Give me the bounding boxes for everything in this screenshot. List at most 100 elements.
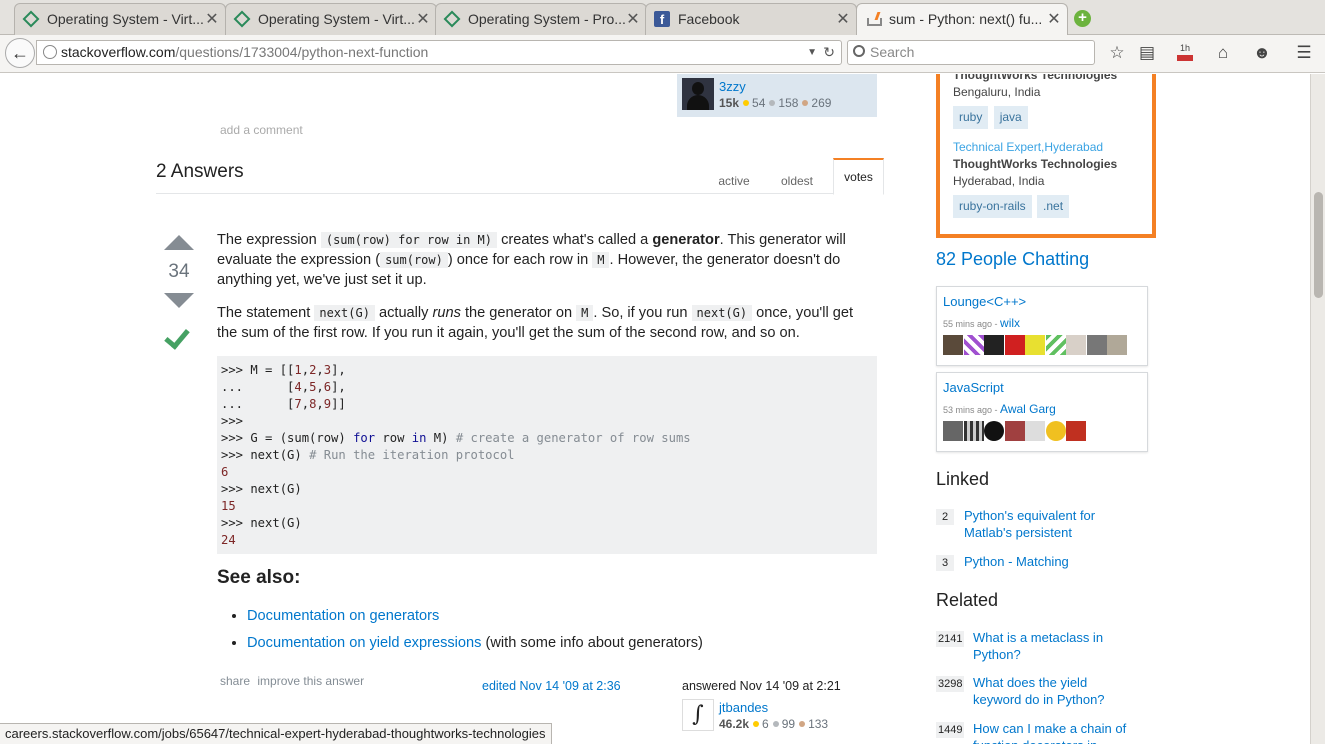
tab-active[interactable]: active: [709, 169, 759, 194]
chat-room-card[interactable]: JavaScript 53 mins ago - Awal Garg: [936, 372, 1148, 452]
answers-count: 2 Answers: [156, 161, 244, 182]
browser-tab-1[interactable]: Operating System - Virt... ✕: [14, 3, 226, 35]
close-icon[interactable]: ✕: [836, 9, 850, 29]
avatar[interactable]: [984, 421, 1004, 441]
reading-list-icon[interactable]: ▤: [1137, 43, 1157, 63]
chat-title-link[interactable]: 82 People Chatting: [936, 249, 1089, 270]
url-text: stackoverflow.com/questions/1733004/pyth…: [61, 44, 429, 60]
linked-heading: Linked: [936, 469, 990, 489]
avatar[interactable]: [963, 421, 984, 441]
chat-room-card[interactable]: Lounge<C++> 55 mins ago - wilx: [936, 286, 1148, 366]
tag-dotnet[interactable]: .net: [1037, 195, 1070, 218]
code-line: 15: [221, 499, 236, 513]
url-bar[interactable]: stackoverflow.com/questions/1733004/pyth…: [36, 40, 842, 65]
avatar[interactable]: ∫: [682, 699, 714, 731]
scrollbar[interactable]: [1310, 74, 1325, 744]
close-icon[interactable]: ✕: [626, 9, 640, 29]
related-question-link[interactable]: What does the yield keyword do in Python…: [973, 674, 1133, 708]
navigation-bar: ← stackoverflow.com/questions/1733004/py…: [0, 35, 1325, 73]
improve-answer-link[interactable]: improve this answer: [257, 674, 364, 688]
question-owner-card: 3zzy 15k 54 158 269: [677, 74, 877, 117]
avatar[interactable]: [943, 421, 963, 441]
close-icon[interactable]: ✕: [205, 9, 219, 29]
diamond-icon: [233, 10, 251, 28]
avatar[interactable]: [1004, 335, 1025, 355]
answer-paragraph-1: The expression (sum(row) for row in M) c…: [217, 232, 846, 288]
diamond-icon: [443, 10, 461, 28]
new-tab-icon[interactable]: +: [1074, 10, 1091, 27]
job-company: ThoughtWorks Technologies: [953, 157, 1118, 171]
related-question-link[interactable]: How can I make a chain of function decor…: [973, 720, 1133, 744]
close-icon[interactable]: ✕: [1047, 9, 1061, 29]
add-comment-link[interactable]: add a comment: [220, 123, 303, 137]
home-icon[interactable]: ⌂: [1213, 43, 1233, 63]
linked-question-link[interactable]: Python - Matching: [964, 553, 1069, 570]
linked-count: 3: [936, 555, 954, 571]
edited-link[interactable]: edited Nov 14 '09 at 2:36: [482, 679, 621, 693]
bookmark-star-icon[interactable]: ☆: [1107, 43, 1127, 63]
browser-tab-4[interactable]: f Facebook ✕: [645, 3, 857, 35]
answer-paragraph-2: The statement next(G) actually runs the …: [217, 305, 854, 341]
tab-bar: Operating System - Virt... ✕ Operating S…: [0, 0, 1325, 36]
avatar[interactable]: [984, 335, 1004, 355]
avatar[interactable]: [1107, 335, 1127, 355]
chat-avatars: [943, 335, 1128, 359]
browser-tab-2[interactable]: Operating System - Virt... ✕: [225, 3, 437, 35]
job-listing[interactable]: ThoughtWorks Technologies Bengaluru, Ind…: [953, 74, 1117, 129]
user-link[interactable]: jtbandes: [719, 700, 768, 715]
linked-question-link[interactable]: Python's equivalent for Matlab's persist…: [964, 507, 1136, 541]
close-icon[interactable]: ✕: [416, 9, 430, 29]
reload-icon[interactable]: ↻: [823, 41, 835, 64]
tab-label: Facebook: [678, 11, 740, 27]
tag-java[interactable]: java: [993, 106, 1028, 129]
chat-icon[interactable]: ☻: [1252, 43, 1272, 63]
menu-icon[interactable]: ☰: [1294, 43, 1314, 63]
tab-votes[interactable]: votes: [833, 158, 884, 195]
avatar[interactable]: [943, 335, 963, 355]
tab-label: sum - Python: next() fu...: [889, 11, 1043, 27]
scrollbar-thumb[interactable]: [1314, 192, 1323, 298]
chat-room-name[interactable]: Lounge<C++>: [943, 294, 1026, 309]
browser-tab-3[interactable]: Operating System - Pro... ✕: [435, 3, 647, 35]
avatar[interactable]: [963, 335, 984, 355]
answer-body: The expression (sum(row) for row in M) c…: [217, 230, 877, 660]
code-line: >>>: [221, 414, 244, 428]
avatar[interactable]: [1045, 421, 1066, 441]
avatar[interactable]: [682, 78, 714, 110]
dropdown-arrow-icon[interactable]: ▼: [807, 41, 817, 64]
job-location: Bengaluru, India: [953, 85, 1041, 99]
generators-doc-link[interactable]: Documentation on generators: [247, 608, 439, 624]
chat-room-name[interactable]: JavaScript: [943, 380, 1004, 395]
tag-ruby-on-rails[interactable]: ruby-on-rails: [953, 195, 1032, 218]
job-location: Hyderabad, India: [953, 174, 1045, 188]
tab-oldest[interactable]: oldest: [772, 169, 822, 194]
browser-tab-5[interactable]: sum - Python: next() fu... ✕: [856, 3, 1068, 36]
downvote-arrow-icon[interactable]: [164, 293, 194, 308]
upvote-arrow-icon[interactable]: [164, 235, 194, 250]
avatar[interactable]: [1025, 335, 1045, 355]
search-input[interactable]: Search: [847, 40, 1095, 65]
downloads-icon[interactable]: 1h: [1175, 43, 1195, 63]
answers-header: 2 Answers active oldest votes: [156, 158, 884, 195]
back-button[interactable]: ←: [5, 38, 35, 68]
user-link[interactable]: wilx: [1000, 316, 1020, 330]
user-link[interactable]: 3zzy: [719, 79, 746, 94]
yield-doc-link[interactable]: Documentation on yield expressions: [247, 635, 481, 651]
code-block: >>> M = [[1,2,3], ... [4,5,6], ... [7,8,9]…: [217, 356, 877, 554]
job-title-link[interactable]: Technical Expert,Hyderabad: [953, 140, 1103, 154]
avatar[interactable]: [1066, 421, 1086, 441]
tab-label: Operating System - Virt...: [47, 11, 204, 27]
share-link[interactable]: share: [220, 674, 250, 688]
avatar[interactable]: [1086, 335, 1107, 355]
avatar[interactable]: [1066, 335, 1086, 355]
job-listing[interactable]: Technical Expert,Hyderabad ThoughtWorks …: [953, 139, 1117, 218]
tag-ruby[interactable]: ruby: [953, 106, 989, 129]
related-question-link[interactable]: What is a metaclass in Python?: [973, 629, 1133, 663]
user-link[interactable]: Awal Garg: [1000, 402, 1056, 416]
avatar[interactable]: [1045, 335, 1066, 355]
post-menu: share improve this answer: [220, 674, 368, 688]
vote-count: 34: [168, 261, 190, 282]
avatar[interactable]: [1004, 421, 1025, 441]
search-icon: [853, 45, 865, 57]
avatar[interactable]: [1025, 421, 1045, 441]
